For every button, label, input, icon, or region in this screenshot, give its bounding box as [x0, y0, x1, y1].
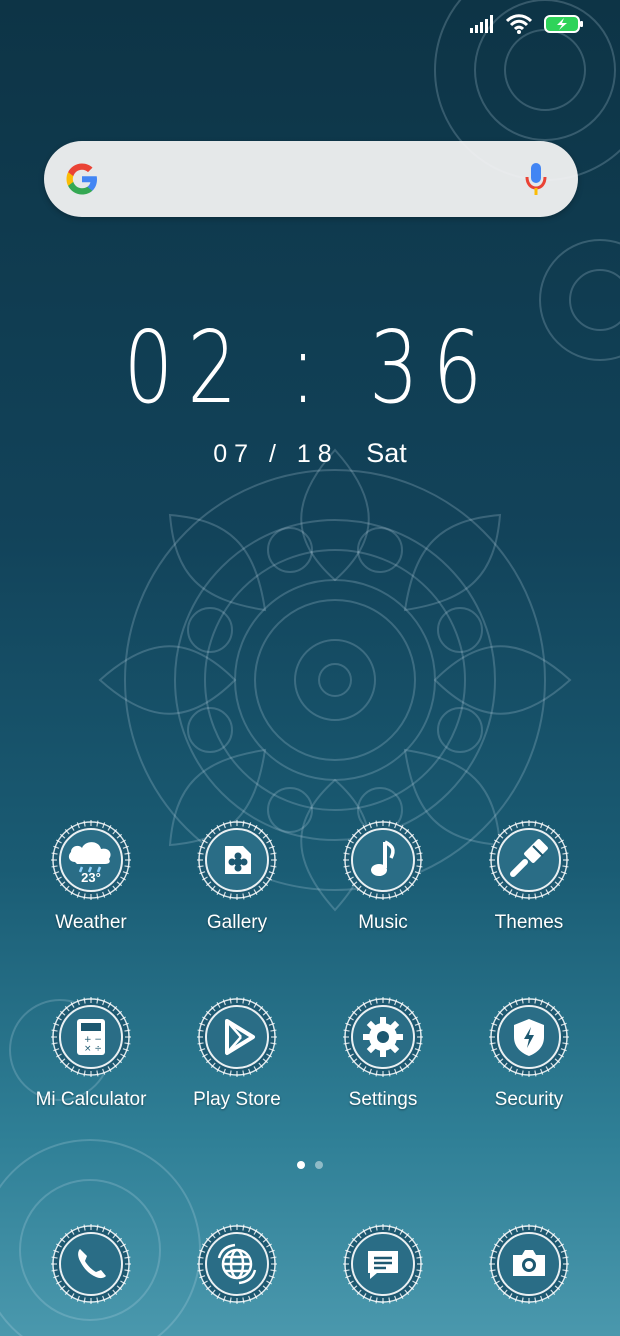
- messages-icon: [368, 1251, 398, 1279]
- paintbrush-icon: [510, 839, 548, 877]
- page-dot[interactable]: [315, 1161, 323, 1169]
- play-store-icon: [225, 1019, 255, 1055]
- clock-time[interactable]: 02 : 36: [68, 318, 552, 418]
- app-security-icon-wrap: [487, 995, 571, 1079]
- dock-browser[interactable]: [164, 1222, 310, 1306]
- music-note-icon: [371, 840, 395, 876]
- app-security[interactable]: Security: [456, 995, 602, 1111]
- app-label: Weather: [55, 912, 127, 933]
- dock-camera-icon-wrap: [487, 1222, 571, 1306]
- battery-charging-icon: [544, 15, 583, 33]
- phone-icon: [78, 1249, 106, 1279]
- mic-icon[interactable]: [524, 161, 548, 197]
- wifi-icon: [506, 14, 532, 34]
- dock-camera[interactable]: [456, 1222, 602, 1306]
- shield-icon: [514, 1019, 544, 1056]
- svg-text:× ÷: × ÷: [84, 1044, 102, 1054]
- app-music-icon-wrap: [341, 818, 425, 902]
- app-mi-calculator[interactable]: + − × ÷ Mi Calculator: [18, 995, 164, 1111]
- app-play-store[interactable]: Play Store: [164, 995, 310, 1111]
- camera-icon: [513, 1250, 545, 1276]
- google-search-bar[interactable]: [44, 141, 578, 217]
- app-calculator-icon-wrap: + − × ÷: [49, 995, 133, 1079]
- app-gallery[interactable]: Gallery: [164, 818, 310, 934]
- weekday-text: Sat: [366, 438, 407, 468]
- app-label: Play Store: [193, 1089, 281, 1110]
- app-weather-icon-wrap: 23°: [49, 818, 133, 902]
- dock-phone[interactable]: [18, 1222, 164, 1306]
- dock-messages-icon-wrap: [341, 1222, 425, 1306]
- app-themes-icon-wrap: [487, 818, 571, 902]
- gallery-icon: [225, 846, 251, 874]
- weather-temp: 23°: [81, 870, 101, 885]
- app-label: Settings: [348, 1089, 418, 1110]
- dock-messages[interactable]: [310, 1222, 456, 1306]
- dock-browser-icon-wrap: [195, 1222, 279, 1306]
- calculator-icon: + − × ÷: [77, 1019, 105, 1055]
- app-music[interactable]: Music: [310, 818, 456, 934]
- app-label: Gallery: [206, 912, 268, 933]
- app-gallery-icon-wrap: [195, 818, 279, 902]
- google-logo-icon: [66, 163, 97, 195]
- app-settings-icon-wrap: [341, 995, 425, 1079]
- browser-globe-icon: [217, 1243, 257, 1285]
- dock-phone-icon-wrap: [49, 1222, 133, 1306]
- app-themes[interactable]: Themes: [456, 818, 602, 934]
- app-label: Music: [358, 912, 408, 933]
- weather-cloud-icon: [68, 842, 111, 873]
- clock-date: 07 / 18 Sat: [0, 438, 620, 469]
- page-indicator: [0, 1161, 620, 1169]
- app-label: Security: [494, 1089, 564, 1110]
- app-weather[interactable]: 23° Weather: [18, 818, 164, 934]
- app-label: Themes: [494, 912, 564, 933]
- status-bar: [470, 14, 584, 34]
- app-label: Mi Calculator: [35, 1089, 147, 1110]
- app-play-store-icon-wrap: [195, 995, 279, 1079]
- date-text: 07 / 18: [213, 440, 339, 468]
- signal-icon: [470, 15, 493, 33]
- gear-icon: [363, 1017, 403, 1057]
- page-dot-active[interactable]: [297, 1161, 305, 1169]
- app-settings[interactable]: Settings: [310, 995, 456, 1111]
